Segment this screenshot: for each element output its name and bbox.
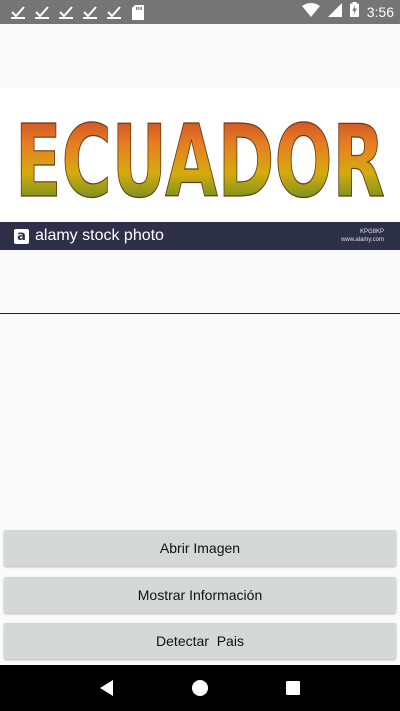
sd-card-icon bbox=[130, 4, 146, 20]
app-screen: 3:56 ECUADOR a alamy stock photo KPG8KP … bbox=[0, 0, 400, 711]
system-icons: 3:56 bbox=[301, 2, 394, 22]
navigation-bar bbox=[0, 665, 400, 711]
status-bar: 3:56 bbox=[0, 0, 400, 24]
ecuador-image: ECUADOR bbox=[14, 102, 385, 220]
check-icon bbox=[58, 4, 74, 20]
battery-icon bbox=[349, 2, 359, 22]
alamy-logo: a bbox=[14, 228, 29, 244]
wifi-icon bbox=[301, 2, 320, 22]
image-view: ECUADOR a alamy stock photo KPG8KP www.a… bbox=[0, 88, 400, 250]
detect-country-button[interactable]: Detectar Pais bbox=[4, 623, 396, 659]
watermark-site: www.alamy.com bbox=[341, 237, 384, 243]
divider bbox=[0, 313, 400, 314]
watermark-bar: a alamy stock photo KPG8KP www.alamy.com bbox=[0, 222, 400, 250]
back-icon[interactable] bbox=[87, 668, 127, 708]
check-icon bbox=[82, 4, 98, 20]
recents-icon[interactable] bbox=[273, 668, 313, 708]
home-icon[interactable] bbox=[180, 668, 220, 708]
signal-icon bbox=[327, 2, 342, 22]
check-icon bbox=[10, 4, 26, 20]
notification-icons bbox=[10, 4, 146, 20]
check-icon bbox=[34, 4, 50, 20]
watermark-text: alamy stock photo bbox=[35, 227, 164, 244]
watermark-code: KPG8KP bbox=[359, 229, 384, 235]
clock: 3:56 bbox=[366, 4, 394, 20]
show-info-button[interactable]: Mostrar Información bbox=[4, 577, 396, 613]
open-image-button[interactable]: Abrir Imagen bbox=[4, 530, 396, 566]
ecuador-word: ECUADOR bbox=[15, 103, 385, 220]
check-icon bbox=[106, 4, 122, 20]
